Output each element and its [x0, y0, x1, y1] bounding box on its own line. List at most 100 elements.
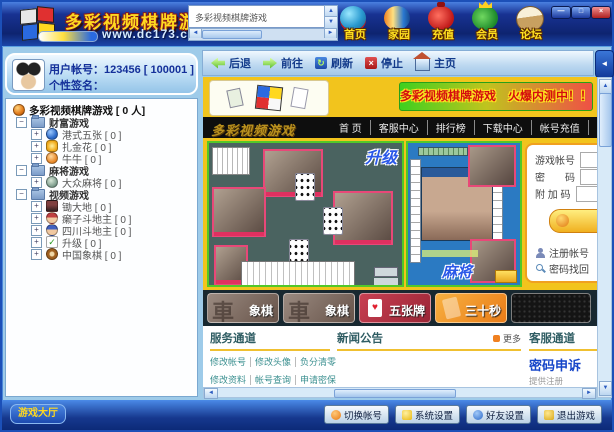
- user-avatar: [12, 59, 45, 91]
- register-link-label: 注册帐号: [549, 245, 589, 260]
- menu-ranking[interactable]: 排行榜: [428, 120, 475, 135]
- played-card: [323, 207, 343, 235]
- login-button[interactable]: [549, 209, 597, 233]
- page-main-area: 升级 麻将: [203, 138, 597, 290]
- empty-banner[interactable]: [511, 293, 591, 323]
- player-video-left: [212, 187, 266, 237]
- home-button[interactable]: 主页: [415, 55, 456, 71]
- shengji-game-title: 升级: [365, 144, 397, 168]
- folder-icon: [31, 165, 45, 176]
- tree-item-chinese-chess[interactable]: + 中国象棋 [ 0 ]: [31, 248, 197, 260]
- news-column: 新闻公告 更多: [337, 330, 521, 355]
- scroll-thumb[interactable]: [202, 30, 262, 39]
- forward-button[interactable]: 前往: [263, 55, 303, 71]
- scroll-down-icon[interactable]: ▼: [599, 381, 612, 396]
- more-bullet-icon: [493, 335, 500, 342]
- browser-toolbar: 后退 前往 ↻ 刷新 × 停止 主页: [202, 50, 594, 76]
- tree-item-five-cards[interactable]: + 港式五张 [ 0 ]: [31, 128, 197, 140]
- menu-support[interactable]: 客服中心: [371, 120, 428, 135]
- mahjong-game-title: 麻将: [442, 261, 472, 282]
- news-more-link[interactable]: 更多: [493, 332, 521, 345]
- service-link[interactable]: 修改资料: [210, 375, 251, 385]
- nav-member[interactable]: 会员: [466, 6, 516, 44]
- exit-icon: [544, 410, 554, 420]
- tile-column-left: [410, 159, 421, 263]
- expand-expander-icon[interactable]: +: [31, 141, 42, 152]
- game-hall-tab[interactable]: 游戏大厅: [10, 404, 66, 424]
- password-recover-link[interactable]: 密码找回: [536, 261, 589, 276]
- system-settings-button[interactable]: 系统设置: [395, 405, 460, 424]
- register-link[interactable]: 注册帐号: [536, 245, 589, 260]
- collapse-expander-icon[interactable]: −: [16, 165, 27, 176]
- service-channel-title: 服务通道: [210, 330, 330, 346]
- nav-home[interactable]: 首页: [334, 6, 384, 44]
- recover-link-label: 密码找回: [549, 261, 589, 276]
- person-icon: [536, 248, 545, 258]
- menu-match[interactable]: 比赛中心: [589, 120, 597, 135]
- scroll-up-icon[interactable]: ▲: [599, 79, 612, 94]
- scroll-left-icon[interactable]: ◄: [189, 29, 202, 38]
- five-cards-banner[interactable]: ♥ 五张牌: [359, 293, 431, 323]
- stop-button[interactable]: × 停止: [365, 55, 403, 71]
- mahjong-tile-icon: [226, 88, 243, 109]
- maximize-button[interactable]: □: [571, 6, 591, 19]
- page-hscrollbar[interactable]: ◄ ►: [203, 387, 597, 398]
- thirty-seconds-banner[interactable]: 三十秒: [435, 293, 507, 323]
- close-button[interactable]: ×: [591, 6, 611, 19]
- service-link[interactable]: 申请密保: [296, 375, 340, 385]
- expand-expander-icon[interactable]: +: [31, 213, 42, 224]
- hscroll-thumb[interactable]: [334, 389, 456, 398]
- minimize-button[interactable]: —: [551, 6, 571, 19]
- more-label: 更多: [503, 332, 521, 345]
- account-input[interactable]: [580, 152, 597, 168]
- expand-expander-icon[interactable]: +: [31, 237, 42, 248]
- exit-game-button[interactable]: 退出游戏: [537, 405, 602, 424]
- stop-label: 停止: [381, 55, 403, 71]
- menu-recharge[interactable]: 帐号充值: [532, 120, 589, 135]
- collapse-expander-icon[interactable]: −: [16, 117, 27, 128]
- refresh-button[interactable]: ↻ 刷新: [315, 55, 353, 71]
- promo-text: 多彩视频棋牌游戏 火爆内测中！！: [400, 83, 592, 110]
- back-arrow-icon: [211, 58, 225, 69]
- back-button[interactable]: 后退: [211, 55, 251, 71]
- password-input[interactable]: [580, 169, 597, 185]
- service-link[interactable]: 帐号查询: [251, 375, 296, 385]
- nav-homeland[interactable]: 家园: [378, 6, 428, 44]
- user-info-panel: 用户帐号：123456 [ 100001 ] 个性签名：: [5, 53, 198, 95]
- tree-item-label: 中国象棋 [ 0 ]: [62, 247, 121, 262]
- game-tree-panel: 多彩视频棋牌游戏 [ 0 人] − 财富游戏 + 港式五张 [ 0 ] + 扎金…: [5, 98, 198, 397]
- collapse-panel-button[interactable]: ◄: [595, 50, 614, 78]
- chess-banner[interactable]: 車 象棋: [283, 293, 355, 323]
- banner-label: 三十秒: [465, 302, 501, 319]
- menu-download[interactable]: 下载中心: [475, 120, 532, 135]
- playing-card-icon: [290, 87, 308, 109]
- page-vscrollbar[interactable]: ▲ ▼: [597, 77, 612, 398]
- scroll-right-icon[interactable]: ►: [582, 388, 596, 399]
- expand-expander-icon[interactable]: +: [31, 201, 42, 212]
- expand-expander-icon[interactable]: +: [31, 129, 42, 140]
- marquee-hscrollbar[interactable]: ◄ ►: [188, 28, 338, 41]
- service-link[interactable]: 负分清零: [296, 357, 340, 367]
- nav-recharge[interactable]: 充值: [422, 6, 472, 44]
- scroll-left-icon[interactable]: ◄: [204, 388, 218, 399]
- expand-expander-icon[interactable]: +: [31, 249, 42, 260]
- service-link[interactable]: 修改帐号: [210, 357, 251, 367]
- friend-settings-button[interactable]: 好友设置: [466, 405, 531, 424]
- expand-expander-icon[interactable]: +: [31, 225, 42, 236]
- chess-banner[interactable]: 車 象棋: [207, 293, 279, 323]
- password-appeal-link[interactable]: 密码申诉: [529, 355, 597, 374]
- captcha-input[interactable]: [576, 186, 597, 202]
- banner-label: 象棋: [325, 302, 349, 319]
- service-link[interactable]: 修改头像: [251, 357, 296, 367]
- vscroll-thumb[interactable]: [599, 93, 612, 147]
- page-logo: 多彩视频游戏: [211, 120, 295, 139]
- big-two-game-icon: [46, 200, 58, 212]
- collapse-expander-icon[interactable]: −: [16, 189, 27, 200]
- page-menu: 首 页 客服中心 排行榜 下载中心 帐号充值 比赛中心 体验: [331, 117, 597, 138]
- menu-home[interactable]: 首 页: [331, 120, 371, 135]
- tree-root[interactable]: 多彩视频棋牌游戏 [ 0 人]: [13, 104, 197, 116]
- tree-item-zhajinhua[interactable]: + 扎金花 [ 0 ]: [31, 140, 197, 152]
- switch-account-button[interactable]: 切换帐号: [324, 405, 389, 424]
- tile-row-top: [418, 147, 468, 156]
- tree-item-sichuan-doudizhu[interactable]: + 四川斗地主 [ 0 ]: [31, 224, 197, 236]
